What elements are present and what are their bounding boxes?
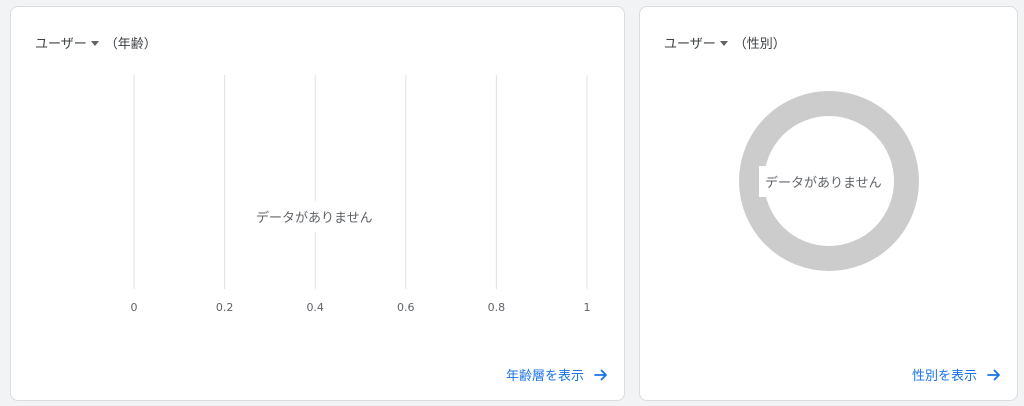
metric-label: ユーザー xyxy=(664,37,716,52)
metric-dropdown[interactable]: ユーザー xyxy=(35,33,99,52)
caret-down-icon xyxy=(90,40,99,46)
caret-down-icon xyxy=(719,40,728,46)
age-card: ユーザー （年齢） 0 0.2 0.4 0.6 0.8 1 データがありません 年齢層を表… xyxy=(10,6,625,401)
view-age-range-label: 年齢層を表示 xyxy=(505,369,584,384)
metric-dropdown[interactable]: ユーザー xyxy=(664,33,728,52)
view-gender-label: 性別を表示 xyxy=(911,369,977,384)
no-data-message: データがありません xyxy=(759,166,888,197)
dimension-label: （性別） xyxy=(733,37,786,52)
view-gender-link[interactable]: 性別を表示 xyxy=(912,365,1001,384)
x-tick-label: 1 xyxy=(584,301,591,314)
gender-card-header: ユーザー （性別） xyxy=(664,33,786,52)
metric-label: ユーザー xyxy=(35,37,87,52)
no-data-message: データがありません xyxy=(250,201,379,232)
view-age-range-link[interactable]: 年齢層を表示 xyxy=(506,365,608,384)
x-tick-label: 0.4 xyxy=(306,301,324,314)
gender-card: ユーザー （性別） データがありません 性別を表示 xyxy=(639,6,1018,401)
x-tick-label: 0.8 xyxy=(488,301,506,314)
dimension-label: （年齢） xyxy=(104,37,157,52)
x-tick-label: 0 xyxy=(131,301,138,314)
age-card-header: ユーザー （年齢） xyxy=(35,33,157,52)
x-tick-label: 0.2 xyxy=(216,301,234,314)
arrow-right-icon xyxy=(594,369,607,380)
arrow-right-icon xyxy=(987,369,1000,380)
x-tick-label: 0.6 xyxy=(397,301,415,314)
